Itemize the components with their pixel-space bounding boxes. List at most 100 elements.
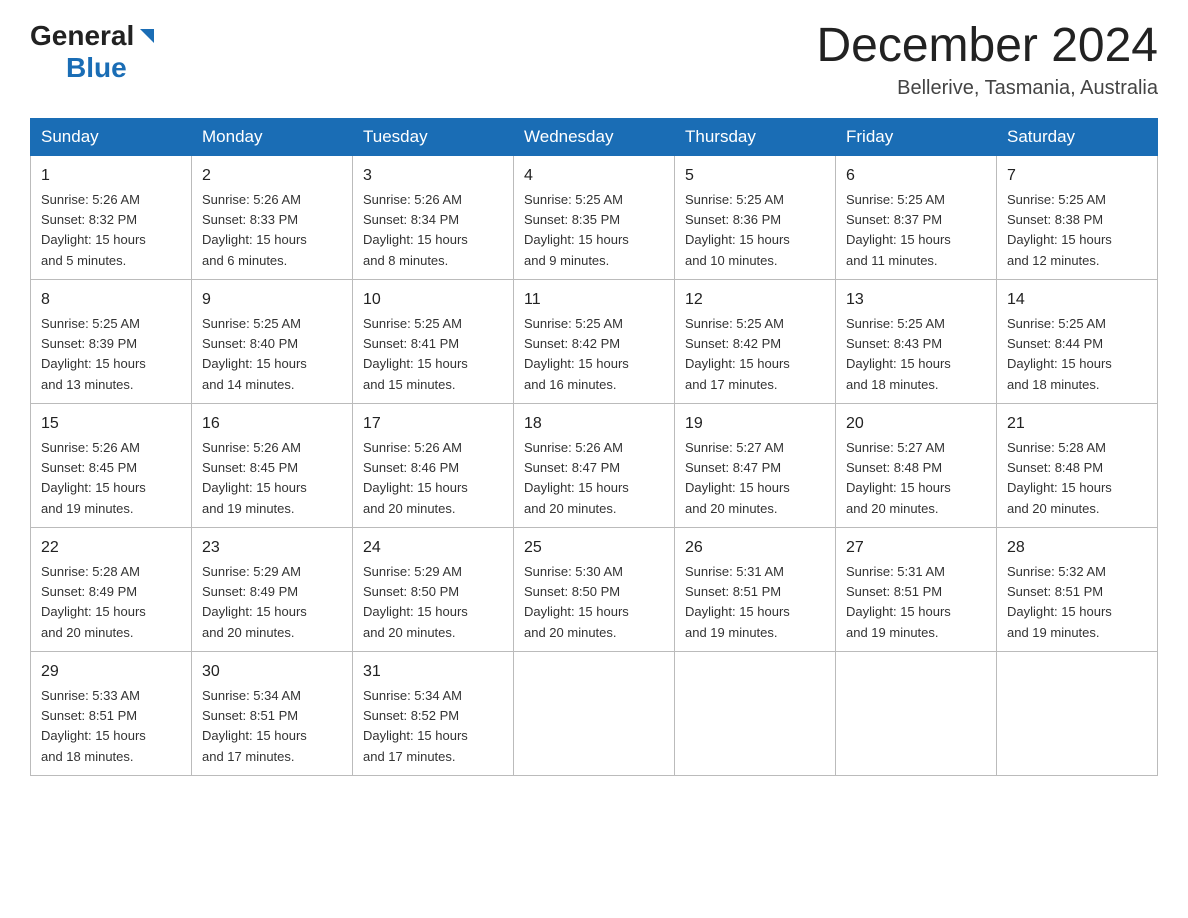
day-info: Sunrise: 5:28 AMSunset: 8:49 PMDaylight:… — [41, 564, 146, 640]
title-block: December 2024 Bellerive, Tasmania, Austr… — [816, 20, 1158, 100]
day-info: Sunrise: 5:30 AMSunset: 8:50 PMDaylight:… — [524, 564, 629, 640]
day-info: Sunrise: 5:25 AMSunset: 8:41 PMDaylight:… — [363, 316, 468, 392]
calendar-table: Sunday Monday Tuesday Wednesday Thursday… — [30, 118, 1158, 776]
calendar-cell: 6 Sunrise: 5:25 AMSunset: 8:37 PMDayligh… — [836, 155, 997, 279]
calendar-week-row: 1 Sunrise: 5:26 AMSunset: 8:32 PMDayligh… — [31, 155, 1158, 279]
col-monday: Monday — [192, 118, 353, 155]
day-info: Sunrise: 5:25 AMSunset: 8:37 PMDaylight:… — [846, 192, 951, 268]
day-number: 20 — [846, 412, 986, 436]
location-subtitle: Bellerive, Tasmania, Australia — [816, 77, 1158, 100]
day-number: 4 — [524, 164, 664, 188]
day-info: Sunrise: 5:33 AMSunset: 8:51 PMDaylight:… — [41, 688, 146, 764]
day-info: Sunrise: 5:26 AMSunset: 8:45 PMDaylight:… — [41, 440, 146, 516]
day-number: 26 — [685, 536, 825, 560]
day-info: Sunrise: 5:27 AMSunset: 8:47 PMDaylight:… — [685, 440, 790, 516]
day-number: 15 — [41, 412, 181, 436]
day-number: 17 — [363, 412, 503, 436]
calendar-header-row: Sunday Monday Tuesday Wednesday Thursday… — [31, 118, 1158, 155]
logo-general-text: General — [30, 20, 134, 52]
day-number: 19 — [685, 412, 825, 436]
day-number: 5 — [685, 164, 825, 188]
calendar-cell — [675, 651, 836, 775]
calendar-cell: 17 Sunrise: 5:26 AMSunset: 8:46 PMDaylig… — [353, 403, 514, 527]
logo: General Blue — [30, 20, 158, 84]
day-info: Sunrise: 5:26 AMSunset: 8:45 PMDaylight:… — [202, 440, 307, 516]
calendar-cell: 26 Sunrise: 5:31 AMSunset: 8:51 PMDaylig… — [675, 527, 836, 651]
calendar-cell: 27 Sunrise: 5:31 AMSunset: 8:51 PMDaylig… — [836, 527, 997, 651]
day-number: 16 — [202, 412, 342, 436]
day-info: Sunrise: 5:26 AMSunset: 8:32 PMDaylight:… — [41, 192, 146, 268]
day-number: 22 — [41, 536, 181, 560]
day-info: Sunrise: 5:26 AMSunset: 8:33 PMDaylight:… — [202, 192, 307, 268]
col-sunday: Sunday — [31, 118, 192, 155]
calendar-cell: 21 Sunrise: 5:28 AMSunset: 8:48 PMDaylig… — [997, 403, 1158, 527]
day-info: Sunrise: 5:34 AMSunset: 8:51 PMDaylight:… — [202, 688, 307, 764]
day-info: Sunrise: 5:25 AMSunset: 8:38 PMDaylight:… — [1007, 192, 1112, 268]
day-number: 9 — [202, 288, 342, 312]
day-number: 10 — [363, 288, 503, 312]
day-info: Sunrise: 5:25 AMSunset: 8:43 PMDaylight:… — [846, 316, 951, 392]
day-number: 8 — [41, 288, 181, 312]
day-number: 3 — [363, 164, 503, 188]
calendar-cell: 7 Sunrise: 5:25 AMSunset: 8:38 PMDayligh… — [997, 155, 1158, 279]
day-number: 1 — [41, 164, 181, 188]
day-number: 7 — [1007, 164, 1147, 188]
calendar-cell: 2 Sunrise: 5:26 AMSunset: 8:33 PMDayligh… — [192, 155, 353, 279]
day-info: Sunrise: 5:26 AMSunset: 8:34 PMDaylight:… — [363, 192, 468, 268]
calendar-cell — [836, 651, 997, 775]
calendar-cell — [514, 651, 675, 775]
col-friday: Friday — [836, 118, 997, 155]
day-number: 27 — [846, 536, 986, 560]
calendar-cell: 30 Sunrise: 5:34 AMSunset: 8:51 PMDaylig… — [192, 651, 353, 775]
calendar-cell: 28 Sunrise: 5:32 AMSunset: 8:51 PMDaylig… — [997, 527, 1158, 651]
calendar-cell: 24 Sunrise: 5:29 AMSunset: 8:50 PMDaylig… — [353, 527, 514, 651]
day-number: 13 — [846, 288, 986, 312]
calendar-cell: 12 Sunrise: 5:25 AMSunset: 8:42 PMDaylig… — [675, 279, 836, 403]
calendar-cell: 8 Sunrise: 5:25 AMSunset: 8:39 PMDayligh… — [31, 279, 192, 403]
day-info: Sunrise: 5:29 AMSunset: 8:49 PMDaylight:… — [202, 564, 307, 640]
calendar-week-row: 29 Sunrise: 5:33 AMSunset: 8:51 PMDaylig… — [31, 651, 1158, 775]
col-saturday: Saturday — [997, 118, 1158, 155]
col-tuesday: Tuesday — [353, 118, 514, 155]
calendar-cell: 4 Sunrise: 5:25 AMSunset: 8:35 PMDayligh… — [514, 155, 675, 279]
calendar-cell: 18 Sunrise: 5:26 AMSunset: 8:47 PMDaylig… — [514, 403, 675, 527]
calendar-cell: 1 Sunrise: 5:26 AMSunset: 8:32 PMDayligh… — [31, 155, 192, 279]
day-info: Sunrise: 5:28 AMSunset: 8:48 PMDaylight:… — [1007, 440, 1112, 516]
day-number: 11 — [524, 288, 664, 312]
day-info: Sunrise: 5:27 AMSunset: 8:48 PMDaylight:… — [846, 440, 951, 516]
calendar-cell: 10 Sunrise: 5:25 AMSunset: 8:41 PMDaylig… — [353, 279, 514, 403]
day-info: Sunrise: 5:25 AMSunset: 8:42 PMDaylight:… — [524, 316, 629, 392]
col-wednesday: Wednesday — [514, 118, 675, 155]
day-info: Sunrise: 5:26 AMSunset: 8:46 PMDaylight:… — [363, 440, 468, 516]
day-info: Sunrise: 5:25 AMSunset: 8:40 PMDaylight:… — [202, 316, 307, 392]
day-number: 6 — [846, 164, 986, 188]
day-info: Sunrise: 5:25 AMSunset: 8:44 PMDaylight:… — [1007, 316, 1112, 392]
logo-arrow-icon — [136, 25, 158, 47]
day-number: 21 — [1007, 412, 1147, 436]
day-info: Sunrise: 5:25 AMSunset: 8:36 PMDaylight:… — [685, 192, 790, 268]
calendar-cell — [997, 651, 1158, 775]
calendar-cell: 19 Sunrise: 5:27 AMSunset: 8:47 PMDaylig… — [675, 403, 836, 527]
calendar-cell: 16 Sunrise: 5:26 AMSunset: 8:45 PMDaylig… — [192, 403, 353, 527]
calendar-cell: 5 Sunrise: 5:25 AMSunset: 8:36 PMDayligh… — [675, 155, 836, 279]
day-number: 2 — [202, 164, 342, 188]
calendar-cell: 11 Sunrise: 5:25 AMSunset: 8:42 PMDaylig… — [514, 279, 675, 403]
month-title: December 2024 — [816, 20, 1158, 73]
logo-blue-text: Blue — [66, 52, 127, 83]
calendar-cell: 13 Sunrise: 5:25 AMSunset: 8:43 PMDaylig… — [836, 279, 997, 403]
day-info: Sunrise: 5:29 AMSunset: 8:50 PMDaylight:… — [363, 564, 468, 640]
day-info: Sunrise: 5:25 AMSunset: 8:42 PMDaylight:… — [685, 316, 790, 392]
calendar-week-row: 15 Sunrise: 5:26 AMSunset: 8:45 PMDaylig… — [31, 403, 1158, 527]
day-info: Sunrise: 5:31 AMSunset: 8:51 PMDaylight:… — [846, 564, 951, 640]
day-number: 18 — [524, 412, 664, 436]
calendar-cell: 15 Sunrise: 5:26 AMSunset: 8:45 PMDaylig… — [31, 403, 192, 527]
day-info: Sunrise: 5:34 AMSunset: 8:52 PMDaylight:… — [363, 688, 468, 764]
day-number: 29 — [41, 660, 181, 684]
day-number: 12 — [685, 288, 825, 312]
calendar-cell: 9 Sunrise: 5:25 AMSunset: 8:40 PMDayligh… — [192, 279, 353, 403]
calendar-cell: 29 Sunrise: 5:33 AMSunset: 8:51 PMDaylig… — [31, 651, 192, 775]
day-info: Sunrise: 5:26 AMSunset: 8:47 PMDaylight:… — [524, 440, 629, 516]
day-info: Sunrise: 5:25 AMSunset: 8:39 PMDaylight:… — [41, 316, 146, 392]
day-number: 14 — [1007, 288, 1147, 312]
calendar-cell: 14 Sunrise: 5:25 AMSunset: 8:44 PMDaylig… — [997, 279, 1158, 403]
